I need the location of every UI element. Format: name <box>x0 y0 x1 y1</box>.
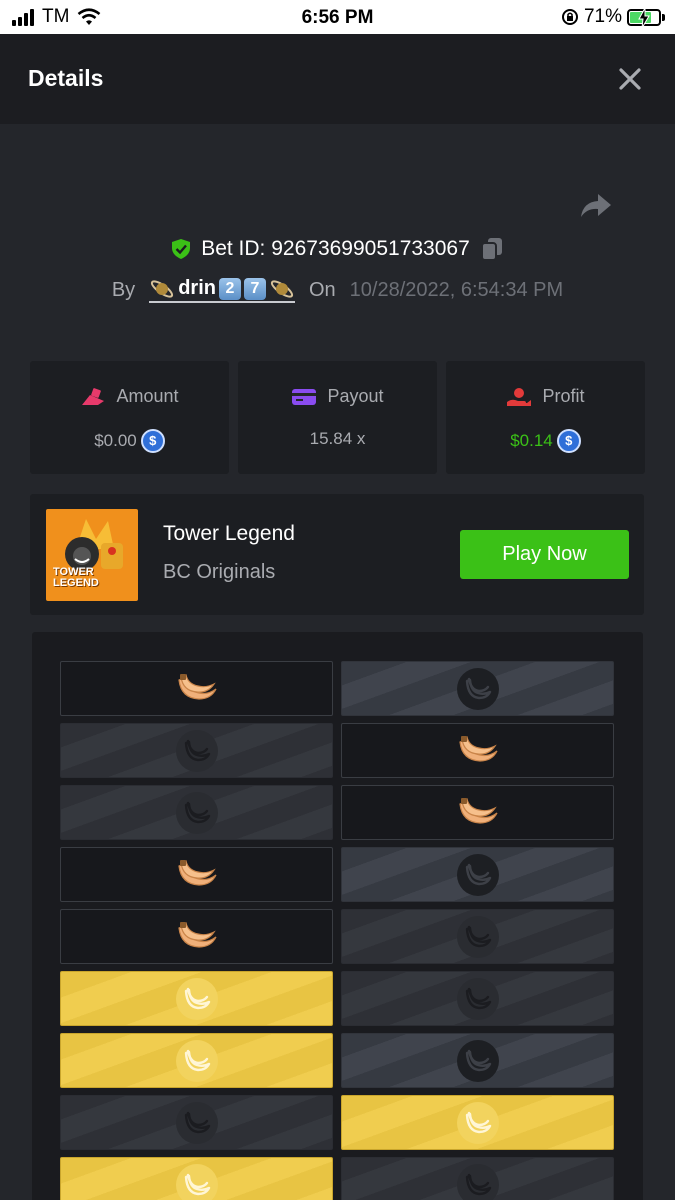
tower-tile <box>60 785 333 840</box>
bet-id-row: Bet ID: 92673699051733067 <box>0 236 675 262</box>
banana-badge-icon <box>456 1039 499 1082</box>
tower-tile-picked <box>341 785 614 840</box>
tower-board <box>32 632 643 1200</box>
planet-icon <box>270 279 294 298</box>
banana-badge-icon <box>175 1039 218 1082</box>
tower-tile <box>341 847 614 902</box>
copy-icon[interactable] <box>480 236 504 262</box>
banana-badge-icon <box>456 1163 499 1200</box>
banana-badge-icon <box>175 1163 218 1200</box>
banana-badge-icon <box>456 1101 499 1144</box>
tower-legend-thumbnail[interactable]: TOWER LEGEND <box>46 509 138 601</box>
banana-icon <box>458 735 498 762</box>
tower-tile <box>60 1095 333 1150</box>
tower-tile <box>341 909 614 964</box>
keycap-digit: 7 <box>243 277 266 300</box>
usdc-coin-icon: $ <box>140 429 165 453</box>
game-provider: BC Originals <box>163 561 276 583</box>
play-now-button[interactable]: Play Now <box>460 530 629 579</box>
battery-icon <box>627 7 661 28</box>
tower-tile-revealed <box>341 1095 614 1150</box>
keycap-digit: 2 <box>218 277 241 300</box>
banana-badge-icon <box>456 977 499 1020</box>
card-icon <box>292 388 317 405</box>
status-bar: TM 6:56 PM 71% <box>0 0 675 34</box>
bet-id: Bet ID: 92673699051733067 <box>201 237 470 260</box>
banana-icon <box>177 673 217 700</box>
tower-tile <box>341 971 614 1026</box>
by-label: By <box>111 278 136 301</box>
banana-badge-icon <box>456 853 499 896</box>
tower-tile <box>341 661 614 716</box>
amount-card: Amount $0.00 $ <box>30 361 229 474</box>
tower-tile-revealed <box>60 1157 333 1200</box>
username-link[interactable]: drin 2 7 <box>149 277 295 303</box>
tower-tile <box>60 723 333 778</box>
banana-badge-icon <box>175 977 218 1020</box>
profit-label: Profit <box>542 386 585 406</box>
amount-label: Amount <box>116 386 179 406</box>
banana-badge-icon <box>175 729 218 772</box>
on-label: On <box>308 278 336 301</box>
close-icon[interactable] <box>615 64 645 94</box>
usdc-coin-icon: $ <box>556 429 581 453</box>
banana-icon <box>177 859 217 886</box>
profit-card: Profit $0.14 $ <box>446 361 645 474</box>
game-card: TOWER LEGEND Tower Legend BC Originals P… <box>30 494 644 615</box>
tower-tile <box>341 1157 614 1200</box>
payout-card: Payout 15.84 x <box>238 361 437 474</box>
banana-icon <box>458 797 498 824</box>
tower-tile-picked <box>60 661 333 716</box>
thumbnail-logo-text: TOWER LEGEND <box>53 566 99 589</box>
amount-icon <box>82 387 105 405</box>
orientation-lock-icon <box>561 9 578 25</box>
bet-owner-row: By drin 2 7 On 10/28/2022, 6:54:34 PM <box>0 277 675 303</box>
profit-value: $0.14 <box>510 431 553 450</box>
battery-percent: 71% <box>583 6 622 27</box>
banana-badge-icon <box>175 1101 218 1144</box>
tower-tile-picked <box>341 723 614 778</box>
tower-tile-revealed <box>60 971 333 1026</box>
details-header: Details <box>0 34 675 124</box>
bet-datetime: 10/28/2022, 6:54:34 PM <box>349 278 564 301</box>
tower-tile <box>341 1033 614 1088</box>
tower-grid <box>60 661 615 1200</box>
username: drin <box>178 277 216 299</box>
tower-tile-picked <box>60 847 333 902</box>
banana-badge-icon <box>456 667 499 710</box>
tower-tile-picked <box>60 909 333 964</box>
payout-value: 15.84 x <box>309 429 366 448</box>
payout-label: Payout <box>327 386 384 406</box>
bet-details-content: Bet ID: 92673699051733067 By drin 2 7 On… <box>0 124 675 1200</box>
status-right: 71% <box>561 6 665 28</box>
banana-badge-icon <box>456 915 499 958</box>
game-name: Tower Legend <box>163 522 295 545</box>
planet-icon <box>151 279 174 298</box>
profit-icon <box>507 387 532 406</box>
share-icon[interactable] <box>578 190 614 220</box>
banana-icon <box>177 921 217 948</box>
amount-value: $0.00 <box>94 431 137 450</box>
page-title: Details <box>28 65 104 91</box>
tower-tile-revealed <box>60 1033 333 1088</box>
verified-shield-icon <box>172 239 191 259</box>
banana-badge-icon <box>175 791 218 834</box>
